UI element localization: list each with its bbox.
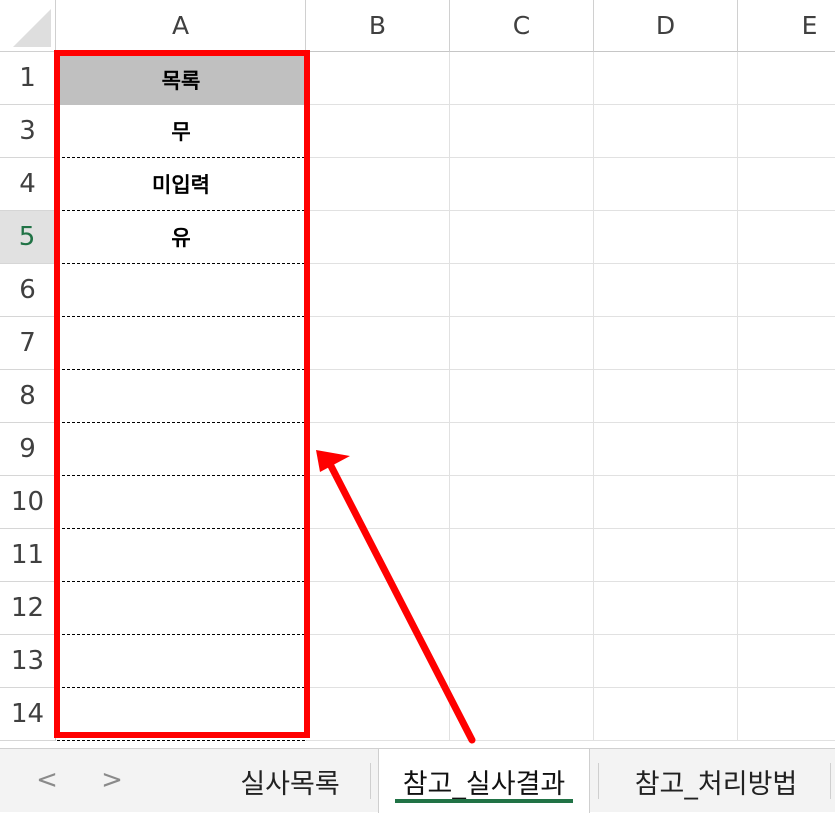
grid-cell[interactable] xyxy=(594,264,738,317)
grid-cell[interactable] xyxy=(594,476,738,529)
list-cell[interactable] xyxy=(57,317,305,370)
grid-cell[interactable] xyxy=(450,158,594,211)
grid-cell[interactable] xyxy=(738,476,835,529)
list-cell[interactable]: 유 xyxy=(57,211,305,264)
active-tab-underline xyxy=(395,799,573,803)
grid-cell[interactable] xyxy=(306,317,450,370)
row-header[interactable]: 4 xyxy=(0,158,56,211)
grid-cell[interactable] xyxy=(738,529,835,582)
grid-cell[interactable] xyxy=(306,476,450,529)
grid-cell[interactable] xyxy=(306,688,450,741)
grid-cell[interactable] xyxy=(594,688,738,741)
tab-separator xyxy=(370,763,371,799)
grid-cell[interactable] xyxy=(450,370,594,423)
grid-cell[interactable] xyxy=(306,529,450,582)
select-all-triangle-icon xyxy=(13,9,51,47)
grid-cell[interactable] xyxy=(738,211,835,264)
list-cell[interactable] xyxy=(57,688,305,741)
row-header[interactable]: 7 xyxy=(0,317,56,370)
list-cell[interactable]: 미입력 xyxy=(57,158,305,211)
row-header[interactable]: 5 xyxy=(0,211,56,264)
grid-cell[interactable] xyxy=(450,317,594,370)
grid-cell[interactable] xyxy=(306,105,450,158)
grid-cell[interactable] xyxy=(306,582,450,635)
grid-cell[interactable] xyxy=(594,529,738,582)
grid-cell[interactable] xyxy=(738,370,835,423)
grid-cell[interactable] xyxy=(450,423,594,476)
row-header[interactable]: 9 xyxy=(0,423,56,476)
column-header-c[interactable]: C xyxy=(450,0,594,52)
row-header[interactable]: 13 xyxy=(0,635,56,688)
list-cell[interactable] xyxy=(57,423,305,476)
column-header-d[interactable]: D xyxy=(594,0,738,52)
grid-cell[interactable] xyxy=(594,582,738,635)
grid-cell[interactable] xyxy=(306,635,450,688)
grid-cell[interactable] xyxy=(594,158,738,211)
sheet-tab-reference-results[interactable]: 참고_실사결과 xyxy=(378,749,590,813)
grid-cell[interactable] xyxy=(450,582,594,635)
grid-cell[interactable] xyxy=(450,635,594,688)
row-header[interactable]: 8 xyxy=(0,370,56,423)
chevron-right-icon[interactable]: > xyxy=(97,763,127,797)
grid-cell[interactable] xyxy=(594,105,738,158)
grid-cell[interactable] xyxy=(594,423,738,476)
row-header[interactable]: 14 xyxy=(0,688,56,741)
row-header[interactable]: 6 xyxy=(0,264,56,317)
grid-cell[interactable] xyxy=(738,52,835,105)
grid-cell[interactable] xyxy=(450,211,594,264)
grid-cell[interactable] xyxy=(306,52,450,105)
grid-cell[interactable] xyxy=(738,423,835,476)
list-cell[interactable] xyxy=(57,582,305,635)
grid-cell[interactable] xyxy=(738,105,835,158)
grid-cell[interactable] xyxy=(738,582,835,635)
row-header[interactable]: 12 xyxy=(0,582,56,635)
grid-cell[interactable] xyxy=(738,264,835,317)
grid-cell[interactable] xyxy=(594,317,738,370)
sheet-tab-label: 참고_실사결과 xyxy=(402,768,566,800)
grid-cell[interactable] xyxy=(306,211,450,264)
grid-cell[interactable] xyxy=(594,211,738,264)
column-header-a[interactable]: A xyxy=(56,0,306,52)
row-header[interactable]: 10 xyxy=(0,476,56,529)
grid-cell[interactable] xyxy=(738,317,835,370)
list-cell[interactable]: 무 xyxy=(57,105,305,158)
row-header[interactable]: 11 xyxy=(0,529,56,582)
grid-cell[interactable] xyxy=(306,370,450,423)
grid-cell[interactable] xyxy=(738,158,835,211)
select-all-corner[interactable] xyxy=(0,0,56,52)
row-header[interactable]: 3 xyxy=(0,105,56,158)
list-cell[interactable] xyxy=(57,264,305,317)
grid-cell[interactable] xyxy=(594,370,738,423)
sheet-tab-bar: < > 실사목록 참고_실사결과 참고_처리방법 xyxy=(0,748,835,813)
grid-cell[interactable] xyxy=(450,688,594,741)
tab-separator xyxy=(598,763,599,799)
grid-cell[interactable] xyxy=(306,423,450,476)
grid-cell[interactable] xyxy=(450,529,594,582)
spreadsheet-grid: A B C D E 1 목록 3 무 4 미입력 5 유 6 7 8 9 10 11 12 13 14 xyxy=(0,0,835,748)
column-header-b[interactable]: B xyxy=(306,0,450,52)
grid-cell[interactable] xyxy=(306,264,450,317)
list-header-cell[interactable]: 목록 xyxy=(57,56,305,105)
grid-cell[interactable] xyxy=(450,476,594,529)
grid-cell[interactable] xyxy=(738,635,835,688)
list-cell[interactable] xyxy=(57,529,305,582)
sheet-tab-inspection-list[interactable]: 실사목록 xyxy=(218,749,362,813)
sheet-tab-reference-handling[interactable]: 참고_처리방법 xyxy=(606,749,826,813)
list-cell[interactable] xyxy=(57,476,305,529)
column-header-e[interactable]: E xyxy=(738,0,835,52)
sheet-tab-label: 참고_처리방법 xyxy=(634,768,798,800)
grid-cell[interactable] xyxy=(594,52,738,105)
grid-cell[interactable] xyxy=(306,158,450,211)
grid-cell[interactable] xyxy=(450,264,594,317)
list-cell[interactable] xyxy=(57,635,305,688)
grid-cell[interactable] xyxy=(450,52,594,105)
tab-separator xyxy=(830,763,831,799)
grid-cell[interactable] xyxy=(738,688,835,741)
grid-cell[interactable] xyxy=(450,105,594,158)
list-cell[interactable] xyxy=(57,370,305,423)
sheet-tab-label: 실사목록 xyxy=(240,768,340,800)
chevron-left-icon[interactable]: < xyxy=(32,763,62,797)
row-header[interactable]: 1 xyxy=(0,52,56,105)
grid-cell[interactable] xyxy=(594,635,738,688)
